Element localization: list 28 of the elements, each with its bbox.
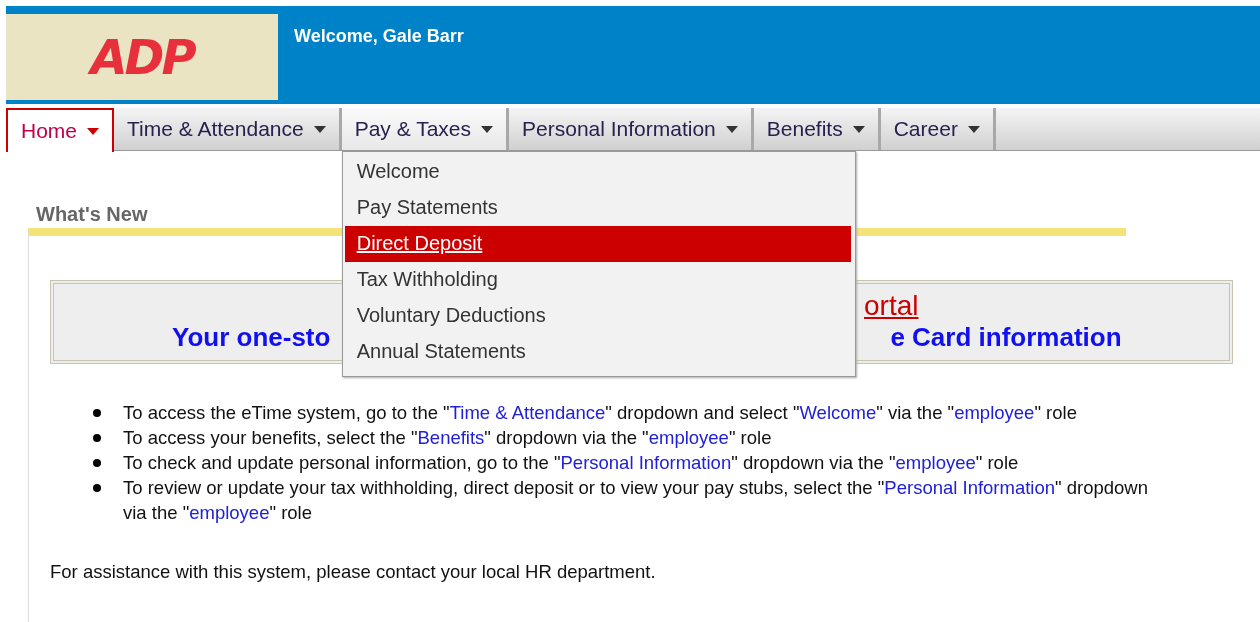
bullet-icon — [93, 409, 101, 417]
banner-subtitle: Your one-sto — [172, 322, 331, 353]
menu-item[interactable]: Tax Withholding — [344, 262, 851, 298]
bullet-icon — [93, 484, 101, 492]
instruction-text: To access the eTime system, go to the "Time & Attendance" dropdown and select "Welcome" via the "employee" role — [123, 401, 1077, 425]
nav-tab[interactable]: Home — [6, 108, 115, 152]
menu-item[interactable]: Welcome — [344, 154, 851, 190]
menu-item[interactable]: Annual Statements — [344, 334, 851, 370]
menu-item[interactable]: Pay Statements — [344, 190, 851, 226]
instruction-text: To check and update personal information, go to the "Personal Information" dropdown via the "employee" role — [123, 451, 1019, 475]
instruction-text: To access your benefits, select the "Benefits" dropdown via the "employee" role — [123, 426, 772, 450]
portal-link[interactable]: ortal — [864, 290, 919, 322]
help-note: For assistance with this system, please contact your local HR department. — [50, 561, 657, 583]
banner-subtitle: e Card information — [890, 322, 1122, 353]
bullet-icon — [93, 459, 101, 467]
caret-icon — [725, 125, 738, 133]
caret-icon — [481, 125, 494, 133]
caret-icon — [852, 125, 865, 133]
section-title: What's New — [36, 203, 148, 226]
caret-icon — [967, 125, 980, 133]
menu-item[interactable]: Direct Deposit — [344, 226, 851, 262]
caret-icon — [87, 127, 100, 135]
menu-item[interactable]: Voluntary Deductions — [344, 298, 851, 334]
bullet-icon — [93, 434, 101, 442]
welcome-text: Welcome, Gale Barr — [294, 26, 464, 47]
nav-tab[interactable]: Pay & Taxes — [341, 108, 510, 150]
caret-icon — [313, 125, 326, 133]
instruction-text: To review or update your tax withholding, direct deposit or to view your pay stubs, select the "Personal Information" dropdown via the "employee" role — [123, 476, 1150, 525]
